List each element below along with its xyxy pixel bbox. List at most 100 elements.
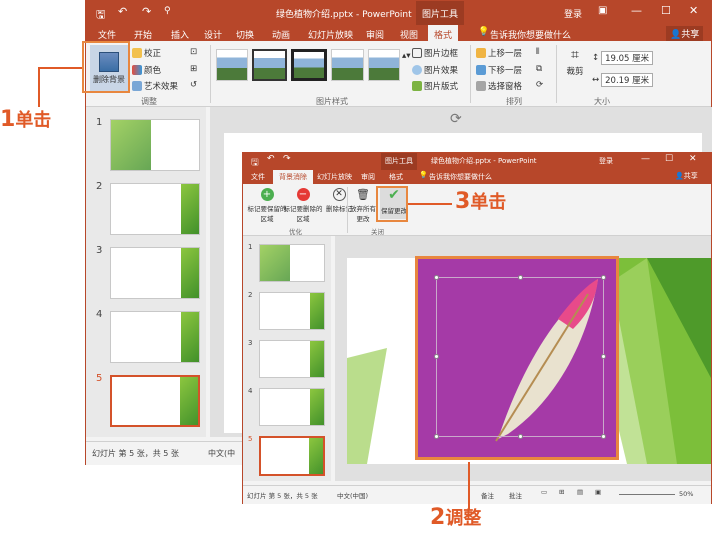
corrections-button[interactable]: 校正 xyxy=(132,47,161,59)
zoom-slider[interactable] xyxy=(619,494,675,495)
slide-thumbnail-4[interactable] xyxy=(259,388,325,426)
redo-icon[interactable]: ↷ xyxy=(142,5,151,18)
slide-thumbnail-5[interactable] xyxy=(259,436,325,476)
tab-review[interactable]: 审阅 xyxy=(361,172,375,182)
crop-button[interactable]: ⌗ 裁剪 xyxy=(562,47,588,77)
picture-effects-button[interactable]: 图片效果 xyxy=(412,64,458,76)
close-icon[interactable]: ✕ xyxy=(689,154,697,164)
close-icon[interactable]: ✕ xyxy=(689,4,698,17)
slide-thumbnail-3[interactable] xyxy=(259,340,325,378)
slide-thumbnail-3[interactable] xyxy=(110,247,200,299)
slide-thumbnail-1[interactable] xyxy=(259,244,325,282)
tab-format[interactable]: 格式 xyxy=(389,172,403,182)
quick-access-menu-icon[interactable]: ⚲ xyxy=(164,6,171,16)
mark-keep-button[interactable]: + 标记要保留的区域 xyxy=(247,188,287,223)
color-button[interactable]: 颜色 xyxy=(132,64,161,76)
notes-button[interactable]: 备注 xyxy=(481,490,494,500)
resize-handle[interactable] xyxy=(601,434,606,439)
undo-icon[interactable]: ↶ xyxy=(118,5,127,18)
normal-view-icon[interactable]: ▭ xyxy=(541,488,547,496)
tab-format[interactable]: 格式 xyxy=(428,25,459,41)
redo-icon[interactable]: ↷ xyxy=(283,154,291,164)
style-thumb[interactable] xyxy=(290,49,328,81)
step3-highlight xyxy=(376,186,408,222)
slide-thumbnail-5[interactable] xyxy=(110,375,200,427)
save-icon[interactable]: 🖫 xyxy=(96,6,105,25)
bring-forward-button[interactable]: 上移一层 xyxy=(476,47,522,59)
height-icon: ↕ xyxy=(592,53,600,63)
slide-thumbnail-4[interactable] xyxy=(110,311,200,363)
tab-view[interactable]: 视图 xyxy=(400,28,418,41)
resize-handle[interactable] xyxy=(518,434,523,439)
picture-layout-button[interactable]: 图片版式 xyxy=(412,80,458,92)
undo-icon[interactable]: ↶ xyxy=(267,154,275,164)
resize-handle[interactable] xyxy=(601,275,606,280)
rotate-handle-icon[interactable]: ⟳ xyxy=(450,111,462,127)
divider xyxy=(210,45,211,103)
slide-thumbnail-1[interactable] xyxy=(110,119,200,171)
maximize-icon[interactable]: ☐ xyxy=(665,154,673,164)
feather-image[interactable] xyxy=(415,256,619,460)
share-button[interactable]: 👤共享 xyxy=(675,171,698,181)
change-picture-icon[interactable]: ⊞ xyxy=(190,64,197,74)
height-field[interactable]: ↕ 19.05 厘米 xyxy=(592,51,654,65)
tab-animations[interactable]: 动画 xyxy=(272,28,290,41)
selection-pane-button[interactable]: 选择窗格 xyxy=(476,80,522,92)
minimize-icon[interactable]: — xyxy=(641,154,650,164)
tab-review[interactable]: 审阅 xyxy=(366,28,384,41)
zoom-level[interactable]: 50% xyxy=(679,490,693,498)
resize-handle[interactable] xyxy=(518,275,523,280)
style-thumb[interactable] xyxy=(367,49,401,81)
tab-file[interactable]: 文件 xyxy=(251,172,265,182)
reset-picture-icon[interactable]: ↺ xyxy=(190,80,197,90)
send-backward-button[interactable]: 下移一层 xyxy=(476,64,522,76)
step1-highlight xyxy=(82,41,130,93)
tab-file[interactable]: 文件 xyxy=(98,28,116,41)
slide-thumbnail-2[interactable] xyxy=(110,183,200,235)
minimize-icon[interactable]: — xyxy=(631,4,642,17)
tell-me-search[interactable]: 告诉我你想要做什么 xyxy=(490,28,571,41)
width-field[interactable]: ↔ 20.19 厘米 xyxy=(592,73,654,87)
style-thumb[interactable] xyxy=(331,49,364,81)
tab-insert[interactable]: 插入 xyxy=(171,28,189,41)
resize-handle[interactable] xyxy=(434,354,439,359)
resize-handle[interactable] xyxy=(601,354,606,359)
window-title: 绿色植物介绍.pptx - PowerPoint xyxy=(431,157,537,165)
front-canvas xyxy=(335,236,711,481)
comments-button[interactable]: 批注 xyxy=(509,490,522,500)
style-thumb[interactable] xyxy=(216,49,249,81)
rotate-icon[interactable]: ⟳ xyxy=(536,80,543,90)
picture-border-button[interactable]: 图片边框 xyxy=(412,47,458,59)
group-icon[interactable]: ⧉ xyxy=(536,64,542,74)
divider xyxy=(347,187,348,233)
slide-thumbnail-2[interactable] xyxy=(259,292,325,330)
artistic-effects-button[interactable]: 艺术效果 xyxy=(132,80,178,92)
compress-icon[interactable]: ⊡ xyxy=(190,47,197,57)
artistic-effects-label: 艺术效果 xyxy=(144,82,179,92)
resize-handle[interactable] xyxy=(434,275,439,280)
gallery-scroll-icon[interactable]: ▴▾ xyxy=(402,51,411,61)
tab-home[interactable]: 开始 xyxy=(134,28,152,41)
style-thumb[interactable] xyxy=(252,49,287,81)
tab-slideshow[interactable]: 幻灯片放映 xyxy=(308,28,353,41)
tab-transitions[interactable]: 切换 xyxy=(236,28,254,41)
slideshow-view-icon[interactable]: ▣ xyxy=(595,488,601,496)
maximize-icon[interactable]: ☐ xyxy=(661,4,671,17)
ribbon-display-icon[interactable]: ▣ xyxy=(598,5,607,16)
tell-me-search[interactable]: 告诉我你想要做什么 xyxy=(429,172,492,182)
reading-view-icon[interactable]: ▤ xyxy=(577,488,583,496)
mark-remove-button[interactable]: − 标记要删除的区域 xyxy=(283,188,323,223)
login-link[interactable]: 登录 xyxy=(564,7,582,20)
tab-design[interactable]: 设计 xyxy=(204,28,222,41)
tab-background-removal[interactable]: 背景消除 xyxy=(273,170,313,184)
sorter-view-icon[interactable]: ⊞ xyxy=(559,488,564,496)
login-link[interactable]: 登录 xyxy=(599,156,613,166)
step2-callout: 2调整 xyxy=(430,504,481,530)
tab-slideshow[interactable]: 幻灯片放映 xyxy=(317,172,352,182)
share-button[interactable]: 👤共享 xyxy=(666,26,704,41)
resize-handle[interactable] xyxy=(434,434,439,439)
picture-styles-gallery[interactable] xyxy=(216,49,401,81)
discard-changes-button[interactable]: 🗑 放弃所有更改 xyxy=(349,188,377,223)
save-icon[interactable]: 🖫 xyxy=(251,155,259,171)
align-icon[interactable]: ⫴ xyxy=(536,47,540,57)
